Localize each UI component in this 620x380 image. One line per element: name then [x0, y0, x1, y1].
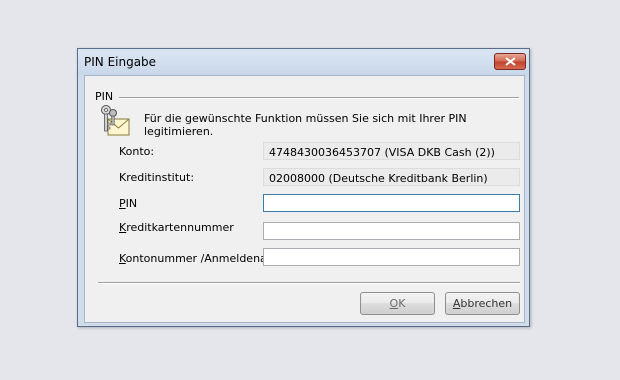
button-separator — [98, 282, 520, 284]
cancel-button-rest: bbrechen — [460, 297, 513, 310]
close-button[interactable] — [494, 53, 526, 70]
keys-icon — [101, 105, 130, 136]
kreditkartennummer-input[interactable] — [263, 222, 520, 240]
kreditinstitut-label: Kreditinstitut: — [119, 171, 195, 184]
kontonummer-label-rest: ontonummer /Anmeldename — [125, 252, 285, 265]
window-title: PIN Eingabe — [84, 55, 157, 69]
title-bar[interactable]: PIN Eingabe — [78, 49, 529, 75]
group-label: PIN — [95, 90, 114, 103]
ok-button-rest: K — [398, 297, 406, 310]
kontonummer-label-accel: K — [119, 252, 126, 265]
kontonummer-label: Kontonummer /Anmeldename — [119, 252, 284, 265]
pin-label: PIN — [119, 197, 137, 210]
konto-label: Konto: — [119, 145, 155, 158]
kontonummer-input[interactable] — [263, 248, 520, 266]
pin-dialog: PIN Eingabe PIN Für die gewünschte Funkt… — [77, 48, 530, 327]
kreditkartennummer-label: Kreditkartennummer — [119, 221, 234, 234]
pin-label-accel: P — [119, 197, 126, 210]
dialog-content: PIN Für die gewünschte Funktion müssen S… — [84, 75, 525, 323]
ok-button[interactable]: OK — [360, 292, 435, 315]
ok-button-accel: O — [389, 297, 399, 310]
group-divider — [119, 97, 519, 99]
info-text: Für die gewünschte Funktion müssen Sie s… — [144, 112, 467, 138]
close-icon — [505, 57, 516, 66]
pin-input[interactable] — [263, 194, 520, 212]
kreditinstitut-field: 02008000 (Deutsche Kreditbank Berlin) — [263, 168, 520, 186]
kreditkartennummer-label-rest: reditkartennummer — [126, 221, 234, 234]
cancel-button[interactable]: Abbrechen — [445, 292, 520, 315]
pin-label-rest: IN — [125, 197, 138, 210]
konto-field: 4748430036453707 (VISA DKB Cash (2)) — [263, 142, 520, 160]
